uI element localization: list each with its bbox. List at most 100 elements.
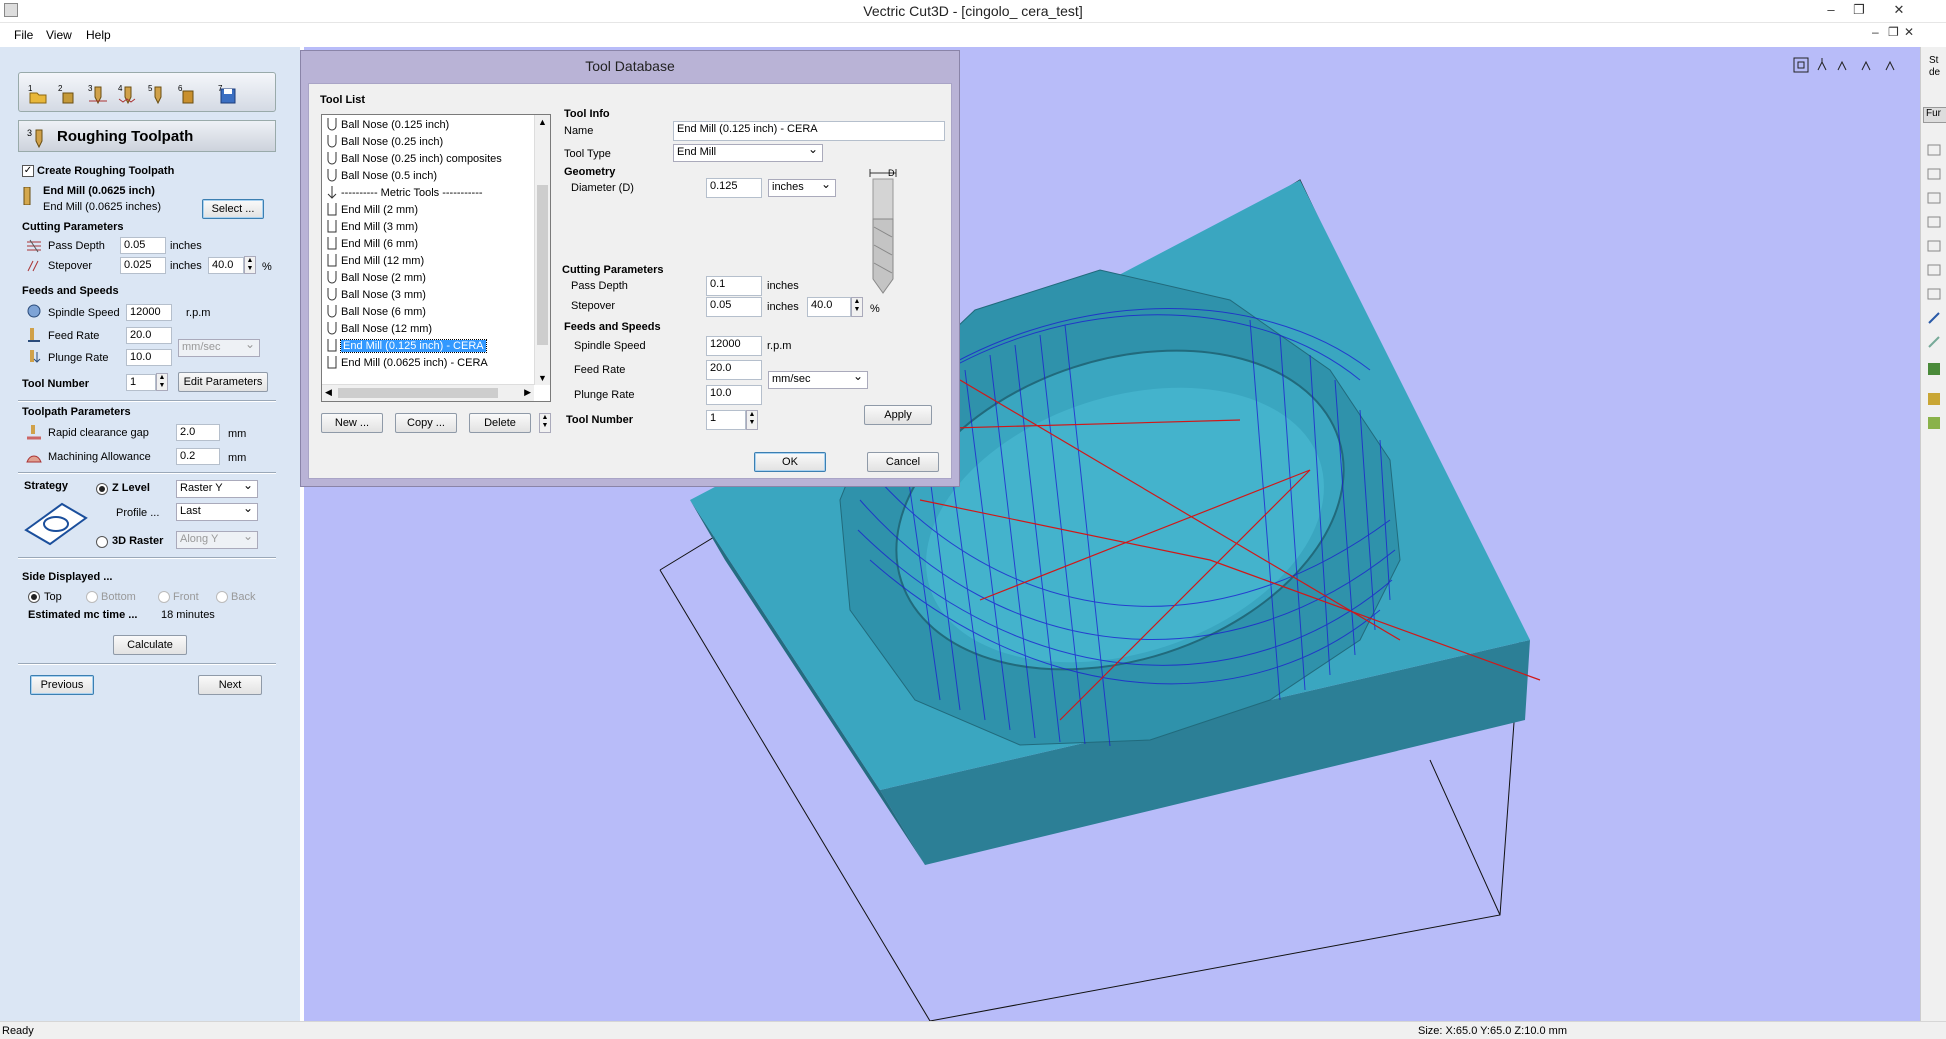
minimize-button[interactable]: – (1818, 0, 1844, 22)
tool-list-item[interactable]: End Mill (2 mm) (326, 202, 418, 219)
toolpath-icon[interactable] (1928, 393, 1940, 405)
select-tool-button[interactable]: Select ... (202, 199, 264, 219)
tool-list-hscroll[interactable]: ◀ ▶ (322, 384, 534, 401)
save-toolpath-icon[interactable]: 7 (217, 83, 239, 105)
tool-list-item[interactable]: End Mill (0.125 inch) - CERA (326, 338, 487, 355)
scroll-thumb[interactable] (537, 185, 548, 345)
box-icon[interactable] (1927, 240, 1941, 252)
tool-list-item[interactable]: Ball Nose (12 mm) (326, 321, 432, 338)
stepover-percent-spinner[interactable]: ▲ ▼ (244, 256, 256, 274)
mdi-close-button[interactable]: ✕ (1904, 25, 1914, 39)
tool-list-item[interactable]: End Mill (12 mm) (326, 253, 424, 270)
tool-order-spinner[interactable]: ▲ ▼ (539, 413, 551, 433)
box-icon[interactable] (1927, 288, 1941, 300)
new-tool-button[interactable]: New ... (321, 413, 383, 433)
pass-depth-input[interactable]: 0.1 (706, 276, 762, 296)
tool-type-select[interactable]: End Mill (673, 144, 823, 162)
side-back-radio[interactable] (216, 591, 228, 603)
delete-tool-button[interactable]: Delete (469, 413, 531, 433)
close-button[interactable]: ✕ (1874, 0, 1924, 22)
mdi-restore-button[interactable]: ❐ (1888, 25, 1899, 39)
preview-icon[interactable]: 6 (177, 83, 199, 105)
tool-number-input[interactable]: 1 (706, 410, 746, 430)
raster3d-radio[interactable] (96, 536, 108, 548)
open-file-icon[interactable]: 1 (27, 83, 49, 105)
raster3d-select[interactable]: Along Y (176, 531, 258, 549)
edit-icon[interactable] (1928, 336, 1940, 348)
tool-number-spinner[interactable]: ▲ ▼ (746, 410, 758, 430)
stepover-percent-spinner[interactable]: ▲ ▼ (851, 297, 863, 317)
scroll-left-icon[interactable]: ◀ (325, 387, 332, 398)
tool-list-item[interactable]: Ball Nose (0.125 inch) (326, 117, 449, 134)
stepover-input[interactable]: 0.025 (120, 257, 166, 274)
view-x-icon[interactable] (1861, 60, 1871, 71)
hscroll-thumb[interactable] (338, 388, 498, 398)
tool-list-item[interactable]: Ball Nose (6 mm) (326, 304, 426, 321)
view-iso-icon[interactable] (1817, 58, 1827, 71)
mdi-minimize-button[interactable]: – (1872, 25, 1879, 39)
spindle-speed-input[interactable]: 12000 (706, 336, 762, 356)
previous-button[interactable]: Previous (30, 675, 94, 695)
tool-icon[interactable]: 2 (57, 83, 79, 105)
tool-list-item[interactable]: ---------- Metric Tools ----------- (326, 185, 483, 202)
box-icon[interactable] (1927, 144, 1941, 156)
create-roughing-checkbox[interactable]: ✓ (22, 165, 34, 177)
tool-list-item[interactable]: End Mill (3 mm) (326, 219, 418, 236)
restore-button[interactable]: ❐ (1846, 0, 1872, 22)
rapid-clearance-input[interactable]: 2.0 (176, 424, 220, 441)
tool-list-item[interactable]: End Mill (6 mm) (326, 236, 418, 253)
tool-list-item[interactable]: Ball Nose (0.25 inch) (326, 134, 443, 151)
functions-tab[interactable]: Fur (1923, 107, 1946, 123)
tool-list-item[interactable]: Ball Nose (0.5 inch) (326, 168, 437, 185)
plunge-rate-input[interactable]: 10.0 (706, 385, 762, 405)
profile-select[interactable]: Last (176, 503, 258, 521)
menu-file[interactable]: File (14, 28, 33, 42)
diameter-input[interactable]: 0.125 (706, 178, 762, 198)
copy-tool-button[interactable]: Copy ... (395, 413, 457, 433)
box-icon[interactable] (1927, 264, 1941, 276)
menu-view[interactable]: View (46, 28, 72, 42)
tool-list-item[interactable]: Ball Nose (2 mm) (326, 270, 426, 287)
machining-allowance-input[interactable]: 0.2 (176, 448, 220, 465)
side-front-radio[interactable] (158, 591, 170, 603)
stepover-percent-input[interactable]: 40.0 (807, 297, 851, 317)
side-bottom-radio[interactable] (86, 591, 98, 603)
calculate-button[interactable]: Calculate (113, 635, 187, 655)
scroll-down-icon[interactable]: ▼ (538, 373, 547, 383)
view-y-icon[interactable] (1885, 60, 1895, 71)
tool-list-item[interactable]: Ball Nose (3 mm) (326, 287, 426, 304)
rate-unit-select[interactable]: mm/sec (768, 371, 868, 389)
tool-list-vscroll[interactable]: ▲ ▼ (534, 115, 550, 385)
tool-list-item[interactable]: End Mill (0.0625 inch) - CERA (326, 355, 488, 372)
roughing-icon[interactable]: 3 (87, 83, 109, 105)
box-icon[interactable] (1927, 216, 1941, 228)
edit-parameters-button[interactable]: Edit Parameters (178, 372, 268, 392)
box-icon[interactable] (1927, 168, 1941, 180)
plunge-rate-input[interactable]: 10.0 (126, 349, 172, 366)
tool-list-item[interactable]: Ball Nose (0.25 inch) composites (326, 151, 502, 168)
tool-number-input[interactable]: 1 (126, 374, 156, 391)
scroll-up-icon[interactable]: ▲ (538, 117, 547, 127)
toolpath-icon[interactable] (1928, 363, 1940, 375)
toolpath-icon[interactable] (1928, 417, 1940, 429)
tool-list[interactable]: Ball Nose (0.125 inch) Ball Nose (0.25 in… (321, 114, 551, 402)
finishing-icon[interactable]: 4 (117, 83, 139, 105)
box-icon[interactable] (1927, 192, 1941, 204)
side-top-radio[interactable] (28, 591, 40, 603)
rate-unit-select[interactable]: mm/sec (178, 339, 260, 357)
spindle-speed-input[interactable]: 12000 (126, 304, 172, 321)
edit-icon[interactable] (1928, 312, 1940, 324)
stepover-input[interactable]: 0.05 (706, 297, 762, 317)
zlevel-select[interactable]: Raster Y (176, 480, 258, 498)
cutout-icon[interactable]: 5 (147, 83, 169, 105)
diameter-unit-select[interactable]: inches (768, 179, 836, 197)
scroll-right-icon[interactable]: ▶ (524, 387, 531, 398)
view-z-icon[interactable] (1837, 60, 1847, 71)
feed-rate-input[interactable]: 20.0 (126, 327, 172, 344)
menu-help[interactable]: Help (86, 28, 111, 42)
next-button[interactable]: Next (198, 675, 262, 695)
zoom-all-icon[interactable] (1793, 57, 1809, 73)
tool-name-input[interactable]: End Mill (0.125 inch) - CERA (673, 121, 945, 141)
cancel-button[interactable]: Cancel (867, 452, 939, 472)
zlevel-radio[interactable] (96, 483, 108, 495)
